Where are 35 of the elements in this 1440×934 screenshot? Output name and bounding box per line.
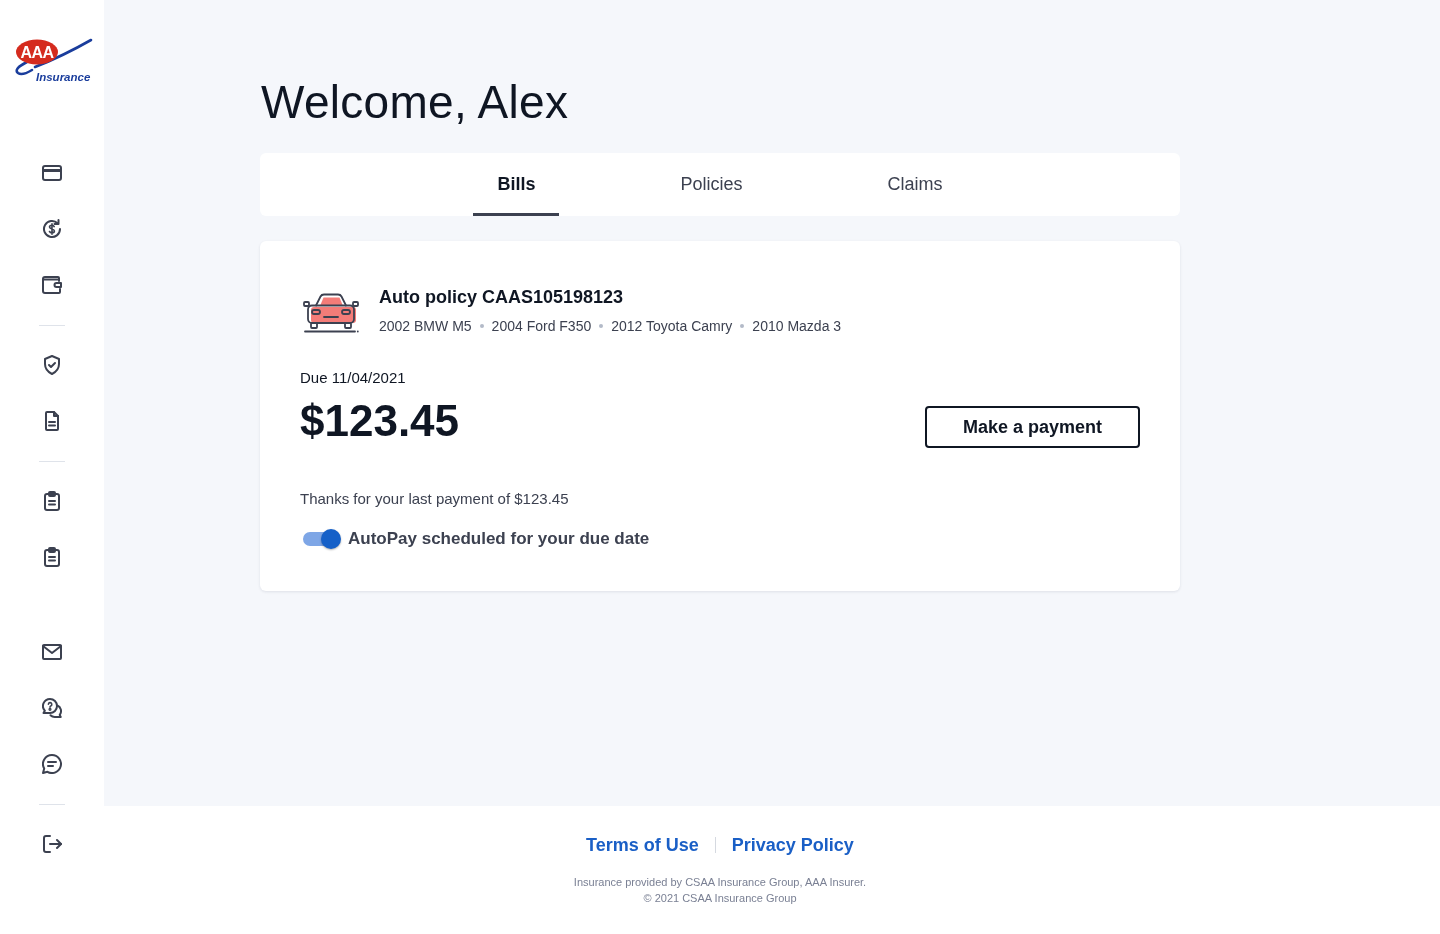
- separator-dot-icon: [479, 324, 484, 328]
- chat-icon[interactable]: [42, 754, 62, 774]
- vehicle-name: 2002 BMW M5: [379, 317, 472, 335]
- last-payment-text: Thanks for your last payment of $123.45: [300, 489, 569, 509]
- vehicle-name: 2010 Mazda 3: [752, 317, 842, 335]
- mail-icon[interactable]: [42, 644, 62, 660]
- tab[interactable]: Policies: [656, 153, 767, 216]
- logo[interactable]: AAA Insurance: [13, 38, 101, 82]
- vehicle-name: 2012 Toyota Camry: [611, 317, 733, 335]
- make-payment-button[interactable]: Make a payment: [925, 406, 1140, 448]
- due-date: Due 11/04/2021: [300, 368, 406, 388]
- amount-due: $123.45: [300, 396, 460, 446]
- clipboard-icon[interactable]: [44, 491, 60, 511]
- car-icon: [303, 291, 359, 335]
- shield-check-icon[interactable]: [44, 355, 60, 375]
- legal-text: Insurance provided by CSAA Insurance Group, AAA Insurer.: [573, 875, 867, 890]
- logout-icon[interactable]: [42, 835, 62, 853]
- separator-dot-icon: [599, 324, 604, 328]
- footer-link[interactable]: Privacy Policy: [731, 834, 854, 856]
- footer-link[interactable]: Terms of Use: [586, 834, 699, 856]
- dollar-refresh-icon[interactable]: [42, 219, 62, 239]
- help-chat-icon[interactable]: [42, 698, 62, 718]
- page-heading: Welcome, Alex: [261, 75, 569, 130]
- legal-text: © 2021 CSAA Insurance Group: [643, 891, 797, 906]
- wallet-icon[interactable]: [42, 276, 62, 294]
- document-icon[interactable]: [45, 411, 59, 431]
- autopay-label: AutoPay scheduled for your due date: [348, 528, 650, 550]
- credit-card-icon[interactable]: [42, 165, 62, 181]
- separator-dot-icon: [740, 324, 745, 328]
- vehicle-name: 2004 Ford F350: [491, 317, 592, 335]
- clipboard-icon[interactable]: [44, 547, 60, 567]
- tab[interactable]: Bills: [473, 153, 560, 216]
- tab[interactable]: Claims: [863, 153, 967, 216]
- autopay-toggle[interactable]: [303, 529, 341, 549]
- policy-title: Auto policy CAAS105198123: [379, 286, 625, 308]
